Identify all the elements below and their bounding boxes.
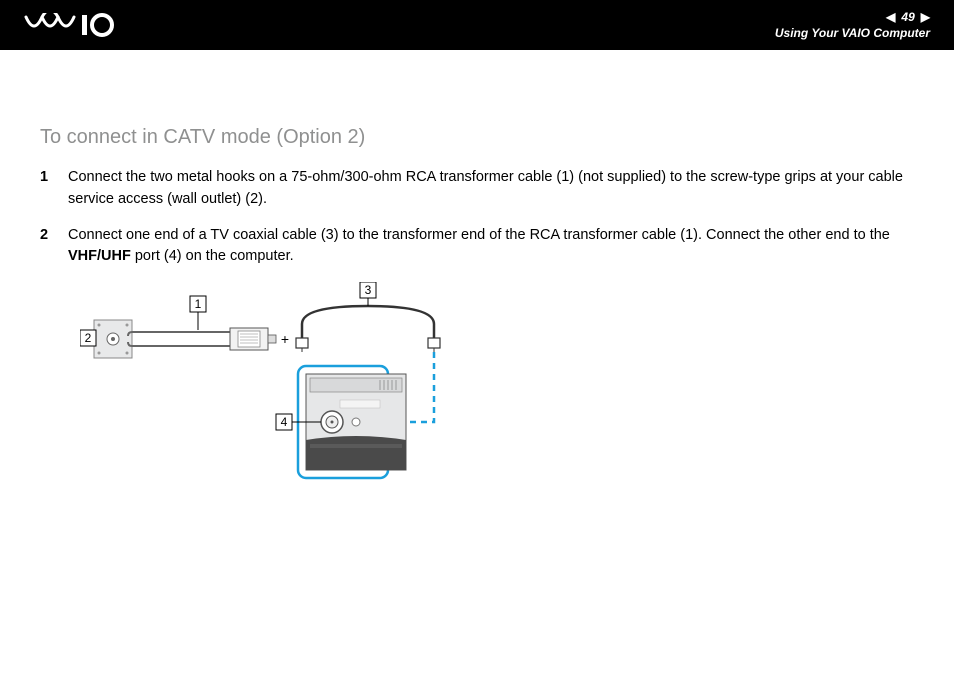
content: To connect in CATV mode (Option 2) 1 Con… [0, 50, 954, 502]
step-text-part: Connect one end of a TV coaxial cable (3… [68, 227, 890, 243]
plus-icon: + [281, 331, 289, 347]
step-list: 1 Connect the two metal hooks on a 75-oh… [40, 167, 914, 268]
page-heading: To connect in CATV mode (Option 2) [40, 126, 914, 149]
header-bar: ◀ 49 ▶ Using Your VAIO Computer [0, 0, 954, 50]
step-item: 1 Connect the two metal hooks on a 75-oh… [40, 167, 914, 211]
page-nav: ◀ 49 ▶ [886, 10, 930, 24]
vaio-logo [24, 0, 134, 50]
connection-diagram: 2 + 1 [80, 282, 914, 482]
header-right: ◀ 49 ▶ Using Your VAIO Computer [775, 10, 930, 40]
diagram-label-2: 2 [85, 331, 92, 345]
step-item: 2 Connect one end of a TV coaxial cable … [40, 225, 914, 269]
step-text: Connect the two metal hooks on a 75-ohm/… [68, 167, 914, 211]
step-text: Connect one end of a TV coaxial cable (3… [68, 225, 914, 269]
next-page-arrow[interactable]: ▶ [921, 10, 930, 24]
diagram-label-3: 3 [365, 283, 372, 297]
section-title: Using Your VAIO Computer [775, 26, 930, 40]
diagram-label-1: 1 [195, 297, 202, 311]
prev-page-arrow[interactable]: ◀ [886, 10, 895, 24]
step-number: 1 [40, 167, 68, 211]
diagram-svg: 2 + 1 [80, 282, 520, 482]
vaio-logo-svg [24, 13, 134, 37]
step-number: 2 [40, 225, 68, 269]
step-text-part: port (4) on the computer. [131, 248, 294, 264]
step-text-bold: VHF/UHF [68, 248, 131, 264]
diagram-label-4: 4 [281, 415, 288, 429]
page-number: 49 [901, 10, 914, 24]
